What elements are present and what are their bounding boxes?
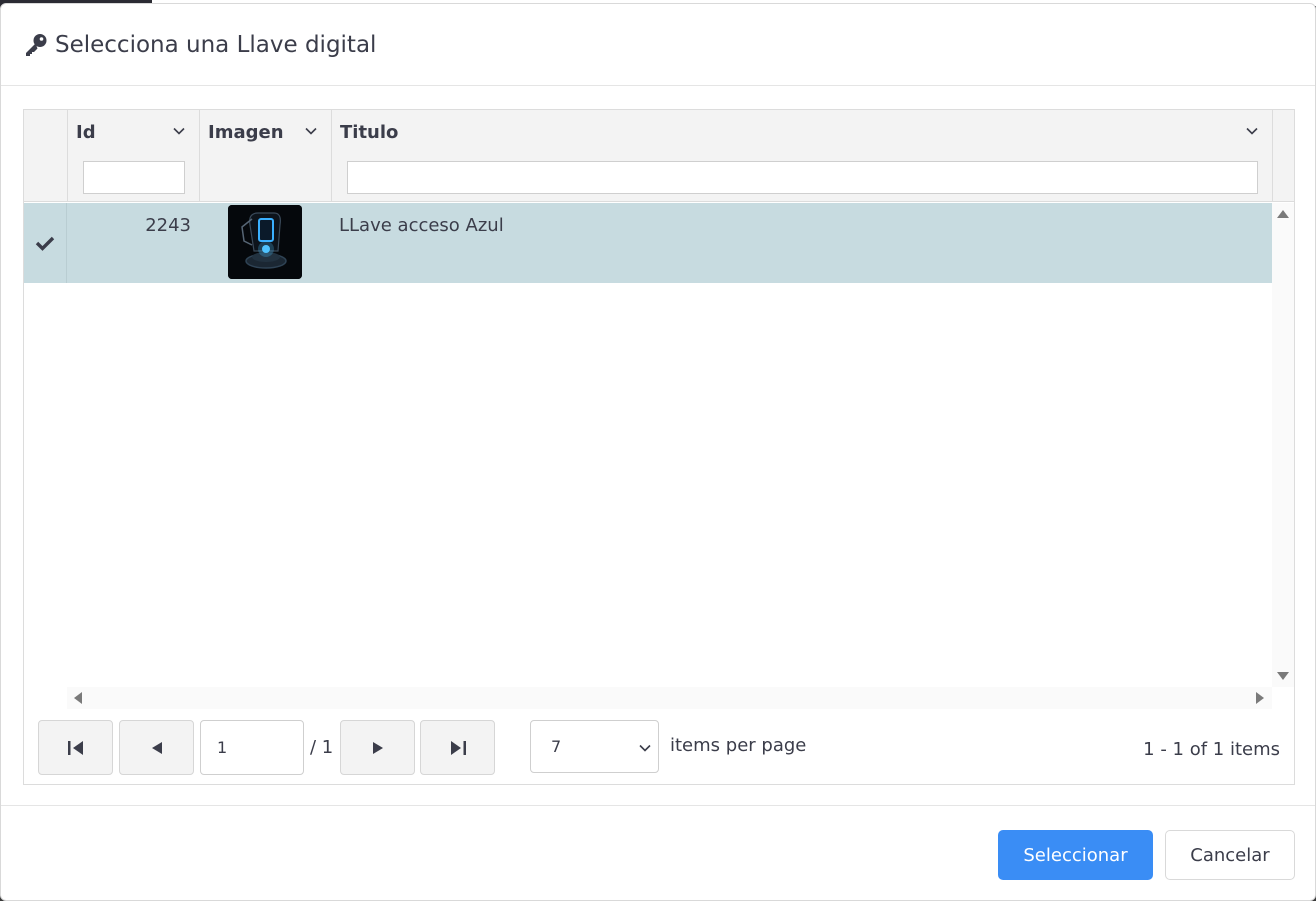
header-imagen-label[interactable]: Imagen [208, 122, 284, 143]
scroll-right-arrow-icon[interactable] [1256, 692, 1265, 704]
header-select-column [24, 110, 67, 202]
pager-info: 1 - 1 of 1 items [1143, 739, 1280, 760]
header-scroll-spacer [1272, 110, 1294, 202]
id-filter-input[interactable] [83, 161, 185, 194]
row-id: 2243 [145, 215, 191, 236]
keys-grid: Id Imagen Titulo 2243 LLave acceso Azul … [23, 109, 1295, 785]
horizontal-scrollbar[interactable] [67, 687, 1272, 709]
chevron-down-icon[interactable] [638, 741, 652, 755]
first-page-icon [67, 740, 83, 755]
scroll-down-arrow-icon[interactable] [1277, 672, 1289, 681]
titulo-filter-input[interactable] [347, 161, 1258, 194]
first-page-button[interactable] [38, 720, 113, 775]
select-key-dialog: Selecciona una Llave digital Id Imagen T… [0, 3, 1316, 901]
last-page-icon [450, 740, 466, 755]
page-number-input[interactable] [200, 720, 304, 775]
grid-header: Id Imagen Titulo [24, 110, 1272, 202]
last-page-button[interactable] [420, 720, 495, 775]
vertical-scrollbar[interactable] [1272, 203, 1294, 687]
table-row[interactable]: 2243 LLave acceso Azul [24, 203, 1272, 283]
key-device-thumbnail [228, 205, 302, 279]
previous-page-button[interactable] [119, 720, 194, 775]
dialog-title: Selecciona una Llave digital [55, 31, 377, 58]
select-button[interactable]: Seleccionar [998, 830, 1153, 880]
grid-pager: / 1 7 items per page 1 - 1 of 1 items [24, 710, 1294, 784]
checkmark-icon[interactable] [35, 235, 55, 251]
page-size-select[interactable]: 7 [530, 720, 659, 773]
header-id-label[interactable]: Id [76, 122, 96, 143]
dialog-footer: Seleccionar Cancelar [1, 805, 1315, 900]
scroll-up-arrow-icon[interactable] [1277, 209, 1289, 218]
row-titulo: LLave acceso Azul [339, 215, 504, 236]
items-per-page-label: items per page [670, 735, 807, 756]
key-icon [26, 33, 47, 56]
next-page-button[interactable] [340, 720, 415, 775]
chevron-down-icon[interactable] [172, 124, 186, 138]
previous-page-icon [151, 741, 162, 754]
page-size-value[interactable]: 7 [551, 737, 561, 756]
header-titulo-column[interactable]: Titulo [331, 110, 1272, 202]
key-device-image [228, 205, 302, 279]
chevron-down-icon[interactable] [1245, 124, 1259, 138]
scroll-left-arrow-icon[interactable] [73, 692, 82, 704]
row-select-cell[interactable] [24, 203, 67, 283]
row-image-cell [199, 203, 331, 283]
next-page-icon [372, 741, 383, 754]
header-imagen-column[interactable]: Imagen [199, 110, 331, 202]
dialog-header: Selecciona una Llave digital [1, 4, 1315, 86]
header-titulo-label[interactable]: Titulo [340, 122, 398, 143]
chevron-down-icon[interactable] [304, 124, 318, 138]
cancel-button[interactable]: Cancelar [1165, 830, 1295, 880]
total-pages-label: / 1 [310, 737, 334, 758]
header-id-column[interactable]: Id [67, 110, 199, 202]
